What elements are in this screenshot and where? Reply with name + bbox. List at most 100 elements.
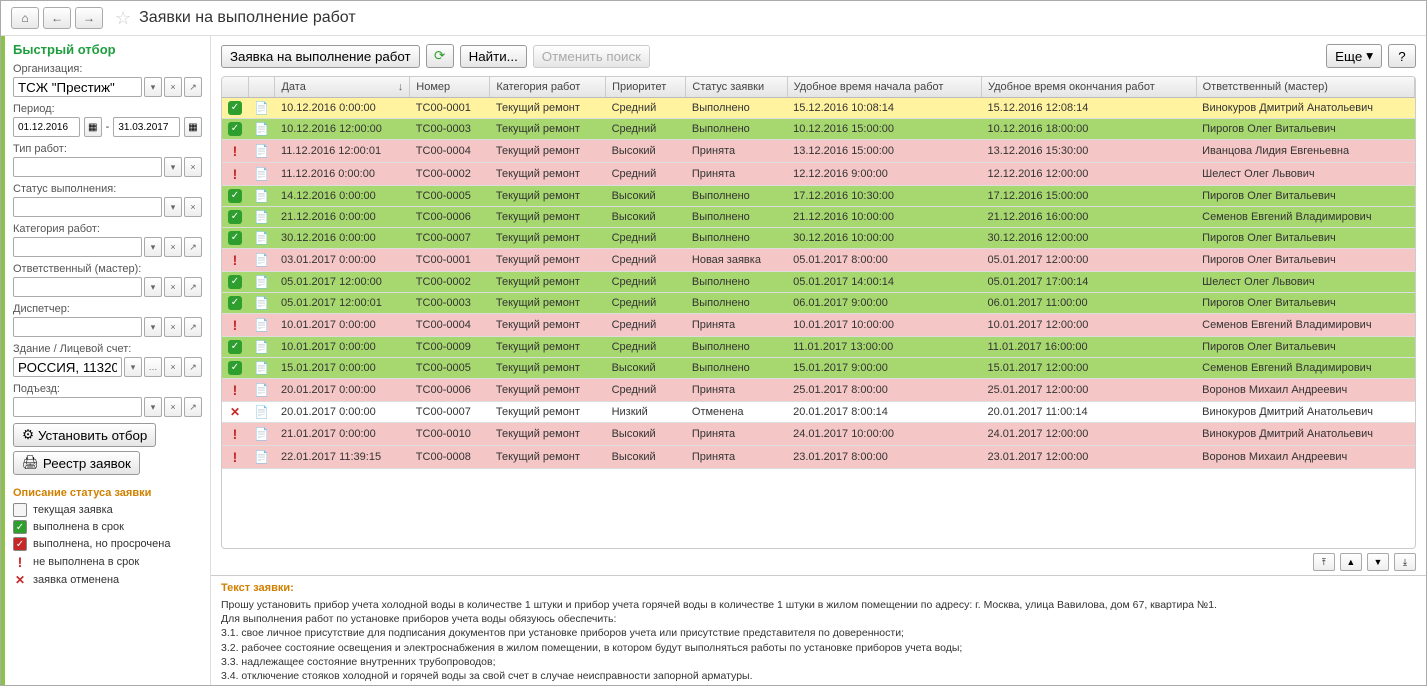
col-date[interactable]: Дата: [275, 77, 410, 98]
building-input[interactable]: [13, 357, 122, 377]
registry-button[interactable]: 🖨Реестр заявок: [13, 451, 140, 475]
forward-button[interactable]: →: [75, 7, 103, 29]
category-open[interactable]: ↗: [184, 237, 202, 257]
filter-title: Быстрый отбор: [13, 42, 202, 57]
cell-responsible: Винокуров Дмитрий Анатольевич: [1196, 98, 1414, 119]
table-row[interactable]: ✕📄20.01.2017 0:00:00TC00-0007Текущий рем…: [222, 402, 1415, 423]
entrance-input[interactable]: [13, 397, 142, 417]
col-status-icon[interactable]: [222, 77, 248, 98]
help-button[interactable]: ?: [1388, 44, 1416, 68]
entrance-open[interactable]: ↗: [184, 397, 202, 417]
status-clear[interactable]: ×: [184, 197, 202, 217]
check-done-icon: ✓: [228, 210, 242, 224]
refresh-button[interactable]: ⟳: [426, 44, 454, 68]
request-details-panel: Текст заявки: Прошу установить прибор уч…: [211, 575, 1426, 685]
status-dropdown[interactable]: ▾: [164, 197, 182, 217]
dispatcher-clear[interactable]: ×: [164, 317, 182, 337]
responsible-input[interactable]: [13, 277, 142, 297]
table-row[interactable]: !📄21.01.2017 0:00:00TC00-0010Текущий рем…: [222, 423, 1415, 446]
responsible-dropdown[interactable]: ▾: [144, 277, 162, 297]
cancel-search-button[interactable]: Отменить поиск: [533, 45, 650, 68]
calendar-to-icon[interactable]: ▦: [184, 117, 202, 137]
col-note-icon[interactable]: [248, 77, 275, 98]
calendar-from-icon[interactable]: ▦: [84, 117, 102, 137]
table-row[interactable]: !📄11.12.2016 12:00:01TC00-0004Текущий ре…: [222, 140, 1415, 163]
more-button[interactable]: Еще ▾: [1326, 44, 1382, 68]
status-input[interactable]: [13, 197, 162, 217]
dispatcher-input[interactable]: [13, 317, 142, 337]
cell-responsible: Винокуров Дмитрий Анатольевич: [1196, 402, 1414, 423]
apply-filter-button[interactable]: ⚙Установить отбор: [13, 423, 156, 447]
work-type-dropdown[interactable]: ▾: [164, 157, 182, 177]
col-start[interactable]: Удобное время начала работ: [787, 77, 981, 98]
building-clear[interactable]: ×: [164, 357, 182, 377]
note-icon: 📄: [254, 361, 269, 375]
period-to-input[interactable]: [113, 117, 180, 137]
home-button[interactable]: ⌂: [11, 7, 39, 29]
nav-last-button[interactable]: ⤓: [1394, 553, 1416, 571]
favorite-star-icon[interactable]: ☆: [115, 8, 131, 29]
cell-start: 21.12.2016 10:00:00: [787, 207, 981, 228]
col-priority[interactable]: Приоритет: [606, 77, 686, 98]
org-dropdown-button[interactable]: ▾: [144, 77, 162, 97]
col-category[interactable]: Категория работ: [490, 77, 606, 98]
nav-down-button[interactable]: ▼: [1367, 553, 1389, 571]
work-type-clear[interactable]: ×: [184, 157, 202, 177]
back-button[interactable]: ←: [43, 7, 71, 29]
org-input[interactable]: [13, 77, 142, 97]
cell-start: 05.01.2017 14:00:14: [787, 272, 981, 293]
table-row[interactable]: ✓📄10.12.2016 12:00:00TC00-0003Текущий ре…: [222, 119, 1415, 140]
find-button[interactable]: Найти...: [460, 45, 527, 68]
cell-date: 10.12.2016 12:00:00: [275, 119, 410, 140]
cell-number: TC00-0004: [410, 140, 490, 163]
org-open-button[interactable]: ↗: [184, 77, 202, 97]
building-open[interactable]: ↗: [184, 357, 202, 377]
table-row[interactable]: !📄11.12.2016 0:00:00TC00-0002Текущий рем…: [222, 163, 1415, 186]
table-row[interactable]: !📄20.01.2017 0:00:00TC00-0006Текущий рем…: [222, 379, 1415, 402]
building-more[interactable]: …: [144, 357, 162, 377]
category-clear[interactable]: ×: [164, 237, 182, 257]
entrance-dropdown[interactable]: ▾: [144, 397, 162, 417]
chevron-down-icon: ▾: [1366, 48, 1373, 64]
table-row[interactable]: !📄03.01.2017 0:00:00TC00-0001Текущий рем…: [222, 249, 1415, 272]
responsible-clear[interactable]: ×: [164, 277, 182, 297]
table-row[interactable]: !📄10.01.2017 0:00:00TC00-0004Текущий рем…: [222, 314, 1415, 337]
org-clear-button[interactable]: ×: [164, 77, 182, 97]
col-number[interactable]: Номер: [410, 77, 490, 98]
period-label: Период:: [13, 103, 202, 115]
cell-priority: Средний: [606, 272, 686, 293]
check-done-icon: ✓: [228, 122, 242, 136]
building-dropdown[interactable]: ▾: [124, 357, 142, 377]
col-end[interactable]: Удобное время окончания работ: [981, 77, 1196, 98]
table-row[interactable]: ✓📄14.12.2016 0:00:00TC00-0005Текущий рем…: [222, 186, 1415, 207]
col-responsible[interactable]: Ответственный (мастер): [1196, 77, 1414, 98]
cell-responsible: Пирогов Олег Витальевич: [1196, 186, 1414, 207]
col-status[interactable]: Статус заявки: [686, 77, 787, 98]
responsible-open[interactable]: ↗: [184, 277, 202, 297]
table-row[interactable]: ✓📄05.01.2017 12:00:00TC00-0002Текущий ре…: [222, 272, 1415, 293]
refresh-icon: ⟳: [434, 48, 445, 64]
period-from-input[interactable]: [13, 117, 80, 137]
table-row[interactable]: ✓📄21.12.2016 0:00:00TC00-0006Текущий рем…: [222, 207, 1415, 228]
table-row[interactable]: ✓📄10.12.2016 0:00:00TC00-0001Текущий рем…: [222, 98, 1415, 119]
nav-up-button[interactable]: ▲: [1340, 553, 1362, 571]
cell-number: TC00-0003: [410, 119, 490, 140]
nav-first-button[interactable]: ⤒: [1313, 553, 1335, 571]
work-type-input[interactable]: [13, 157, 162, 177]
cell-end: 06.01.2017 11:00:00: [981, 293, 1196, 314]
entrance-clear[interactable]: ×: [164, 397, 182, 417]
cell-status: Принята: [686, 140, 787, 163]
table-row[interactable]: ✓📄05.01.2017 12:00:01TC00-0003Текущий ре…: [222, 293, 1415, 314]
table-row[interactable]: ✓📄15.01.2017 0:00:00TC00-0005Текущий рем…: [222, 358, 1415, 379]
table-row[interactable]: !📄22.01.2017 11:39:15TC00-0008Текущий ре…: [222, 446, 1415, 469]
cell-number: TC00-0003: [410, 293, 490, 314]
table-row[interactable]: ✓📄10.01.2017 0:00:00TC00-0009Текущий рем…: [222, 337, 1415, 358]
dispatcher-dropdown[interactable]: ▾: [144, 317, 162, 337]
category-input[interactable]: [13, 237, 142, 257]
cell-end: 23.01.2017 12:00:00: [981, 446, 1196, 469]
category-dropdown[interactable]: ▾: [144, 237, 162, 257]
table-row[interactable]: ✓📄30.12.2016 0:00:00TC00-0007Текущий рем…: [222, 228, 1415, 249]
cell-end: 12.12.2016 12:00:00: [981, 163, 1196, 186]
dispatcher-open[interactable]: ↗: [184, 317, 202, 337]
create-request-button[interactable]: Заявка на выполнение работ: [221, 45, 420, 68]
